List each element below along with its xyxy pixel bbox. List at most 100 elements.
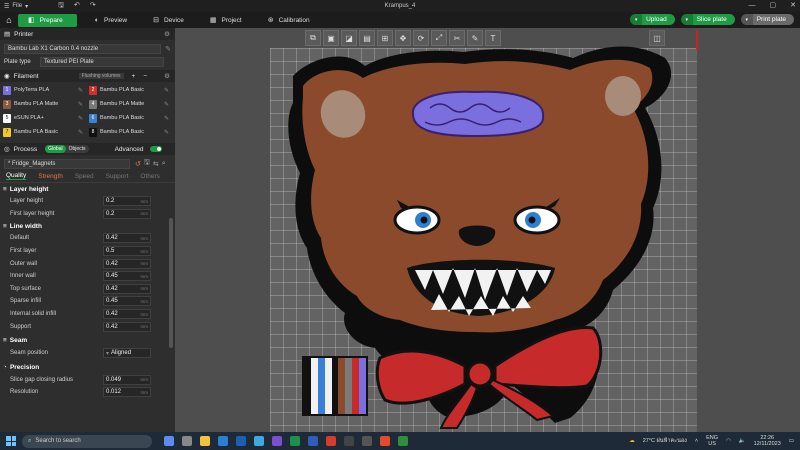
tab-support[interactable]: Support [106, 173, 129, 180]
param-input[interactable]: 0.42 mm [103, 283, 151, 294]
chevron-down-icon[interactable]: ▾ [740, 14, 753, 25]
save-icon[interactable]: 🖫 [144, 158, 150, 169]
chevron-down-icon[interactable]: ▾ [630, 14, 643, 25]
undo-icon[interactable]: ↶ [74, 1, 80, 12]
param-input[interactable]: 0.45 mm [103, 296, 151, 307]
maximize-button[interactable]: ▢ [770, 0, 777, 12]
bear-model[interactable] [175, 28, 800, 432]
language-indicator[interactable]: ENG US [706, 435, 718, 447]
redo-icon[interactable]: ↷ [90, 1, 96, 12]
app-icon-store[interactable] [236, 436, 246, 446]
tab-quality[interactable]: Quality [6, 172, 27, 180]
settings-icon[interactable]: ⚙ [164, 30, 170, 38]
chevron-up-icon[interactable]: ˄ [695, 438, 698, 444]
filament-swatch[interactable]: 4 [89, 99, 97, 109]
edit-icon[interactable]: ✎ [78, 101, 83, 108]
param-input[interactable]: 0.5 mm [103, 246, 151, 257]
filament-item[interactable]: 8 Bambu PLA Basic ✎ [89, 126, 175, 138]
global-option[interactable]: Global [45, 145, 66, 153]
filament-item[interactable]: 7 Bambu PLA Basic ✎ [3, 126, 89, 138]
app-icon-teams[interactable] [272, 436, 282, 446]
filament-swatch[interactable]: 6 [89, 113, 97, 123]
color-swatch-strip[interactable] [302, 356, 368, 416]
minimize-button[interactable]: — [749, 0, 756, 12]
filament-swatch[interactable]: 5 [3, 113, 11, 123]
notification-icon[interactable]: ▭ [789, 438, 794, 444]
printer-select[interactable]: Bambu Lab X1 Carbon 0.4 nozzle [4, 43, 162, 54]
search-icon[interactable]: ⌕ [162, 160, 166, 168]
param-input[interactable]: 0.42 mm [103, 309, 151, 320]
edit-icon[interactable]: ✎ [78, 87, 83, 94]
tab-others[interactable]: Others [140, 173, 160, 180]
app-icon-word[interactable] [308, 436, 318, 446]
tab-preview[interactable]: ◐ Preview [87, 14, 135, 27]
process-preset-select[interactable]: * Fridge_Magnets [4, 158, 130, 169]
file-menu[interactable]: ☰ File ▾ [0, 3, 28, 10]
param-input[interactable]: 0.012 mm [103, 387, 151, 398]
plate-type-select[interactable]: Textured PEI Plate [40, 56, 164, 67]
windows-start-icon[interactable] [6, 436, 16, 446]
filament-item[interactable]: 1 PolyTerra PLA ✎ [3, 84, 89, 96]
slice-plate-button[interactable]: ▾ Slice plate [680, 14, 735, 25]
home-icon[interactable]: ⌂ [0, 12, 18, 28]
app-icon-photos[interactable] [362, 436, 372, 446]
app-icon-powerpoint[interactable] [326, 436, 336, 446]
filament-item[interactable]: 4 Bambu PLA Matte ✎ [89, 98, 175, 110]
filament-item[interactable]: 2 Bambu PLA Basic ✎ [89, 84, 175, 96]
save-icon[interactable]: 🖫 [58, 1, 64, 12]
param-input[interactable]: 0.42 mm [103, 258, 151, 269]
global-objects-toggle[interactable]: Global Objects [45, 145, 89, 153]
add-icon[interactable]: + [132, 73, 136, 80]
wifi-icon[interactable]: ◠ [726, 438, 731, 444]
reset-icon[interactable]: ↺ [135, 160, 141, 168]
app-icon-chrome[interactable] [380, 436, 390, 446]
param-input[interactable]: 0.2 mm [103, 208, 151, 219]
app-icon-taskview[interactable] [182, 436, 192, 446]
tab-calibration[interactable]: ⊛ Calibration [260, 14, 318, 27]
edit-icon[interactable]: ✎ [78, 115, 83, 122]
app-icon-terminal[interactable] [344, 436, 354, 446]
app-icon-excel[interactable] [290, 436, 300, 446]
taskbar-search[interactable]: ⌕ Search to search [22, 434, 152, 448]
app-icon-mail[interactable] [254, 436, 264, 446]
objects-option[interactable]: Objects [66, 145, 89, 153]
upload-button[interactable]: ▾ Upload [630, 14, 675, 25]
filament-swatch[interactable]: 1 [3, 85, 11, 95]
tab-strength[interactable]: Strength [38, 173, 63, 180]
filament-item[interactable]: 6 Bambu PLA Basic ✎ [89, 112, 175, 124]
weather-text[interactable]: 27°C ฝนฟ้าคะนอง [643, 437, 687, 445]
settings-icon[interactable]: ⚙ [164, 72, 170, 80]
filament-swatch[interactable]: 7 [3, 127, 11, 137]
tab-prepare[interactable]: ◧ Prepare [18, 13, 77, 27]
param-input[interactable]: 0.049 mm [103, 374, 151, 385]
filament-item[interactable]: 3 Bambu PLA Matte ✎ [3, 98, 89, 110]
print-plate-button[interactable]: ▾ Print plate [740, 14, 794, 25]
edit-icon[interactable]: ✎ [164, 87, 169, 94]
param-input[interactable]: 0.2 mm [103, 196, 151, 207]
tab-project[interactable]: ▦ Project [202, 14, 250, 27]
edit-icon[interactable]: ✎ [164, 115, 169, 122]
app-icon-explorer[interactable] [200, 436, 210, 446]
tab-speed[interactable]: Speed [75, 173, 94, 180]
filament-item[interactable]: 5 eSUN PLA+ ✎ [3, 112, 89, 124]
filament-swatch[interactable]: 8 [89, 127, 97, 137]
app-icon-copilot[interactable] [164, 436, 174, 446]
close-button[interactable]: ✕ [790, 0, 796, 12]
edit-icon[interactable]: ✎ [164, 129, 169, 136]
param-input[interactable]: 0.42 mm [103, 233, 151, 244]
edit-icon[interactable]: ✎ [78, 129, 83, 136]
param-input[interactable]: 0.45 mm [103, 271, 151, 282]
chevron-down-icon[interactable]: ▾ [680, 14, 693, 25]
tab-device[interactable]: ⊟ Device [145, 14, 192, 27]
compare-icon[interactable]: ⇆ [153, 160, 159, 168]
app-icon-edge[interactable] [218, 436, 228, 446]
edit-icon[interactable]: ✎ [164, 101, 169, 108]
volume-icon[interactable]: 🔈 [739, 438, 746, 444]
remove-icon[interactable]: − [143, 73, 147, 80]
seam-position-select[interactable]: ▾ Aligned [103, 348, 151, 359]
build-canvas[interactable]: ⧉ ▣ ◪ ▤ ⊞ ✥ ⟳ ⤢ ✂ ✎ T ◫ [175, 28, 800, 432]
filament-swatch[interactable]: 2 [89, 85, 97, 95]
app-icon-bambu-studio[interactable] [398, 436, 408, 446]
clock[interactable]: 22:26 12/11/2023 [754, 435, 781, 447]
param-input[interactable]: 0.42 mm [103, 321, 151, 332]
